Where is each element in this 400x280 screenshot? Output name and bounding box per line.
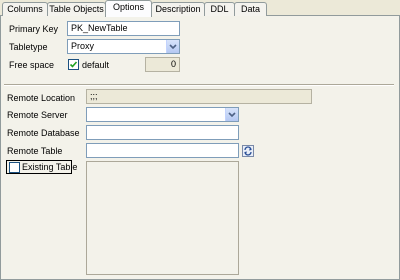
tab-strip: Columns Table Objects Options Descriptio… xyxy=(0,0,400,17)
remote-location-input[interactable]: ;;; xyxy=(86,89,312,104)
existing-table-group[interactable]: Existing Table xyxy=(6,160,77,174)
tab-ddl-label: DDL xyxy=(210,4,229,14)
tab-data-label: Data xyxy=(240,4,260,14)
tab-description[interactable]: Description xyxy=(151,2,205,16)
remote-server-label: Remote Server xyxy=(7,110,68,120)
existing-table-checkbox[interactable] xyxy=(9,162,20,173)
chevron-down-icon[interactable] xyxy=(225,108,238,121)
remote-location-label: Remote Location xyxy=(7,93,76,103)
tabletype-label: Tabletype xyxy=(9,42,48,52)
remote-database-input[interactable] xyxy=(86,125,239,140)
primary-key-input[interactable]: PK_NewTable xyxy=(67,21,180,36)
tabletype-select[interactable]: Proxy xyxy=(67,39,180,54)
tab-description-label: Description xyxy=(155,4,201,14)
default-checkbox[interactable] xyxy=(68,59,79,70)
tab-columns-label: Columns xyxy=(7,4,43,14)
tab-table-objects-label: Table Objects xyxy=(49,4,104,14)
tab-table-objects[interactable]: Table Objects xyxy=(47,2,106,16)
remote-server-select[interactable] xyxy=(86,107,239,122)
tab-data[interactable]: Data xyxy=(234,2,267,16)
tab-options-label: Options xyxy=(112,2,145,12)
primary-key-label: Primary Key xyxy=(9,24,59,34)
checkmark-icon xyxy=(69,61,78,68)
default-label: default xyxy=(82,60,110,70)
existing-table-list[interactable] xyxy=(86,161,239,275)
tab-ddl[interactable]: DDL xyxy=(204,2,235,16)
free-space-input[interactable]: 0 xyxy=(145,57,180,72)
remote-table-label: Remote Table xyxy=(7,146,63,156)
free-space-label: Free space xyxy=(9,60,55,70)
tab-columns[interactable]: Columns xyxy=(2,2,48,16)
remote-database-label: Remote Database xyxy=(7,128,80,138)
tab-options[interactable]: Options xyxy=(105,0,152,17)
existing-table-label: Existing Table xyxy=(22,162,78,172)
section-divider xyxy=(4,84,394,86)
chevron-down-icon[interactable] xyxy=(166,40,179,53)
tabletype-value: Proxy xyxy=(71,41,95,51)
remote-table-input[interactable] xyxy=(86,143,239,158)
refresh-icon[interactable] xyxy=(242,145,254,157)
